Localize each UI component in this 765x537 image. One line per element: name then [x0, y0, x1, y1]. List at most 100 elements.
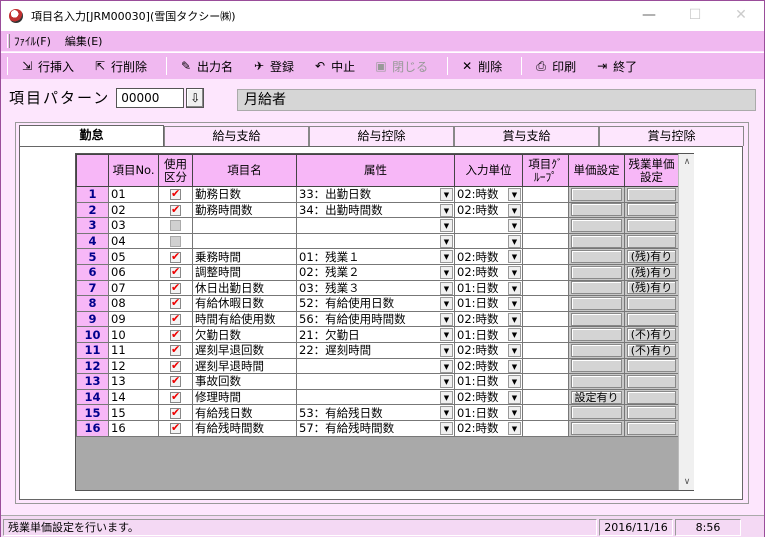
item-group-cell[interactable] [522, 357, 569, 375]
unit-price-cell[interactable] [568, 419, 625, 437]
use-checkbox[interactable] [170, 375, 181, 388]
item-no-cell[interactable]: 07 [108, 279, 159, 297]
menu-edit[interactable]: 編集(E) [65, 33, 103, 49]
row-number[interactable]: 13 [76, 373, 109, 390]
row-number[interactable]: 15 [76, 404, 109, 421]
overtime-price-cell[interactable] [624, 201, 679, 219]
item-no-cell[interactable]: 13 [108, 373, 159, 390]
input-unit-cell[interactable]: 02:時数 ▼ [454, 186, 523, 203]
input-unit-cell[interactable]: 02:時数 ▼ [454, 419, 523, 437]
use-checkbox[interactable] [170, 250, 181, 263]
use-flag-cell[interactable] [158, 295, 193, 312]
overtime-price-button[interactable] [627, 374, 676, 388]
unit-price-button[interactable]: 設定有り [571, 390, 622, 404]
overtime-price-cell[interactable] [624, 217, 679, 234]
item-no-cell[interactable]: 10 [108, 326, 159, 343]
overtime-price-cell[interactable] [624, 388, 679, 406]
overtime-price-cell[interactable] [624, 373, 679, 390]
dropdown-arrow-icon[interactable]: ▼ [440, 188, 453, 201]
unit-price-cell[interactable] [568, 295, 625, 312]
dropdown-arrow-icon[interactable]: ▼ [508, 421, 521, 435]
input-unit-cell[interactable]: 01:日数 ▼ [454, 373, 523, 390]
unit-price-button[interactable] [571, 203, 622, 217]
table-row[interactable]: 1010 欠勤日数21：欠勤日 ▼ 01:日数 ▼ (不)有り [76, 326, 679, 343]
overtime-price-button[interactable] [627, 390, 676, 404]
item-name-cell[interactable]: 遅刻早退時間 [192, 357, 297, 375]
use-flag-cell[interactable] [158, 248, 193, 265]
attribute-cell[interactable]: ▼ [296, 357, 455, 375]
use-checkbox[interactable] [170, 390, 181, 404]
unit-price-button[interactable] [571, 296, 622, 310]
attribute-cell[interactable]: ▼ [296, 232, 455, 250]
use-checkbox[interactable] [170, 187, 181, 201]
row-number[interactable]: 10 [76, 326, 109, 343]
item-name-cell[interactable]: 有給休暇日数 [192, 295, 297, 312]
item-name-cell[interactable]: 有給残日数 [192, 404, 297, 421]
use-flag-cell[interactable] [158, 341, 193, 359]
menu-file[interactable]: ﾌｧｲﾙ(F) [14, 33, 51, 49]
item-group-cell[interactable] [522, 373, 569, 390]
attribute-cell[interactable]: ▼ [296, 388, 455, 406]
overtime-price-cell[interactable]: (残)有り [624, 263, 679, 281]
row-number[interactable]: 9 [76, 310, 109, 328]
input-unit-cell[interactable]: 02:時数 ▼ [454, 388, 523, 406]
overtime-price-cell[interactable] [624, 295, 679, 312]
table-row[interactable]: 808 有給休暇日数52：有給使用日数 ▼ 01:日数 ▼ [76, 295, 679, 312]
item-name-cell[interactable]: 欠勤日数 [192, 326, 297, 343]
unit-price-button[interactable] [571, 343, 622, 357]
tab-4[interactable]: 賞与控除 [599, 126, 744, 146]
unit-price-button[interactable] [571, 328, 622, 342]
dropdown-arrow-icon[interactable]: ▼ [440, 343, 453, 357]
use-flag-cell[interactable] [158, 357, 193, 375]
row-number[interactable]: 14 [76, 388, 109, 406]
overtime-price-cell[interactable]: (不)有り [624, 326, 679, 343]
dropdown-arrow-icon[interactable]: ▼ [508, 375, 521, 389]
item-no-cell[interactable]: 05 [108, 248, 159, 265]
item-group-cell[interactable] [522, 419, 569, 437]
row-number[interactable]: 5 [76, 248, 109, 265]
toolbar-button-5[interactable]: ▣ 閉じる [368, 55, 433, 77]
overtime-price-button[interactable] [627, 203, 676, 217]
overtime-price-button[interactable] [627, 359, 676, 373]
toolbar-button-0[interactable]: ⇲ 行挿入 [14, 55, 79, 77]
table-row[interactable]: 1616 有給残時間数57：有給残時間数 ▼ 02:時数 ▼ [76, 419, 679, 437]
table-row[interactable]: 1111 遅刻早退回数22：遅刻時間 ▼ 02:時数 ▼ (不)有り [76, 341, 679, 359]
item-group-cell[interactable] [522, 326, 569, 343]
item-name-cell[interactable]: 休日出勤日数 [192, 279, 297, 297]
item-no-cell[interactable]: 02 [108, 201, 159, 219]
item-group-cell[interactable] [522, 295, 569, 312]
use-checkbox[interactable] [170, 343, 181, 357]
overtime-price-cell[interactable]: (残)有り [624, 279, 679, 297]
input-unit-cell[interactable]: 02:時数 ▼ [454, 201, 523, 219]
dropdown-arrow-icon[interactable]: ▼ [440, 406, 453, 420]
use-flag-cell[interactable] [158, 232, 193, 250]
item-no-cell[interactable]: 15 [108, 404, 159, 421]
dropdown-arrow-icon[interactable]: ▼ [440, 281, 453, 295]
tab-0[interactable]: 勤怠 [19, 125, 164, 147]
tab-3[interactable]: 賞与支給 [454, 126, 599, 146]
dropdown-arrow-icon[interactable]: ▼ [440, 297, 453, 311]
dropdown-arrow-icon[interactable]: ▼ [508, 188, 521, 201]
unit-price-cell[interactable] [568, 186, 625, 203]
use-flag-cell[interactable] [158, 388, 193, 406]
unit-price-cell[interactable] [568, 357, 625, 375]
overtime-price-cell[interactable] [624, 186, 679, 203]
scroll-up-icon[interactable]: ∧ [679, 154, 695, 170]
dropdown-arrow-icon[interactable]: ▼ [508, 343, 521, 357]
input-unit-cell[interactable]: ▼ [454, 217, 523, 234]
item-name-cell[interactable]: 事故回数 [192, 373, 297, 390]
table-row[interactable]: 202 勤務時間数34：出勤時間数 ▼ 02:時数 ▼ [76, 201, 679, 219]
unit-price-button[interactable] [571, 265, 622, 279]
toolbar-button-1[interactable]: ⇱ 行削除 [87, 55, 152, 77]
dropdown-arrow-icon[interactable]: ▼ [440, 359, 453, 373]
unit-price-cell[interactable] [568, 404, 625, 421]
unit-price-button[interactable] [571, 312, 622, 326]
attribute-cell[interactable]: 34：出勤時間数 ▼ [296, 201, 455, 219]
unit-price-button[interactable] [571, 187, 622, 201]
table-row[interactable]: 1212 遅刻早退時間 ▼ 02:時数 ▼ [76, 357, 679, 375]
unit-price-button[interactable] [571, 359, 622, 373]
item-no-cell[interactable]: 14 [108, 388, 159, 406]
attribute-cell[interactable]: ▼ [296, 373, 455, 390]
input-unit-cell[interactable]: 02:時数 ▼ [454, 357, 523, 375]
input-unit-cell[interactable]: 01:日数 ▼ [454, 404, 523, 421]
